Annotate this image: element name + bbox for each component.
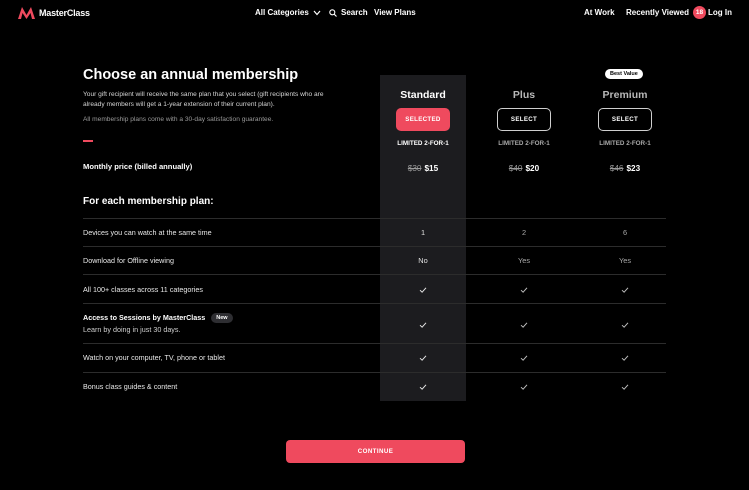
old-price: $30: [407, 164, 422, 173]
select-premium-button[interactable]: SELECT: [598, 108, 652, 131]
check-icon: [481, 354, 567, 364]
devices-plus: 2: [521, 228, 527, 237]
top-nav: MasterClass All Categories Search View P…: [0, 0, 749, 26]
row-divider: [83, 372, 666, 373]
check-icon: [582, 286, 668, 296]
search-label: Search: [341, 8, 368, 17]
continue-button[interactable]: CONTINUE: [286, 440, 465, 463]
search-icon: [329, 8, 337, 17]
price-premium: $46 $23: [582, 164, 668, 173]
select-plus-button[interactable]: SELECT: [497, 108, 551, 131]
all-categories-dropdown[interactable]: All Categories: [255, 8, 321, 17]
guarantee-note: All membership plans come with a 30-day …: [83, 116, 274, 123]
recently-viewed-link[interactable]: Recently Viewed 18: [626, 6, 706, 19]
view-plans-link[interactable]: View Plans: [374, 8, 416, 17]
row-divider: [83, 218, 666, 219]
feature-bonus-label: Bonus class guides & content: [83, 382, 178, 391]
offline-standard: No: [418, 256, 428, 265]
row-divider: [83, 246, 666, 247]
page-title: Choose an annual membership: [83, 67, 299, 83]
promo-premium: LIMITED 2-FOR-1: [599, 140, 651, 147]
promo-plus: LIMITED 2-FOR-1: [498, 140, 550, 147]
offline-plus: Yes: [517, 256, 531, 265]
new-price: $20: [525, 164, 540, 173]
login-link[interactable]: Log In: [708, 8, 732, 17]
plan-name-plus: Plus: [512, 89, 536, 101]
gift-description: Your gift recipient will receive the sam…: [83, 91, 324, 108]
feature-classes-label: All 100+ classes across 11 categories: [83, 285, 203, 294]
check-icon: [582, 383, 668, 393]
feature-watch-label: Watch on your computer, TV, phone or tab…: [83, 353, 225, 362]
search-button[interactable]: Search: [329, 8, 368, 17]
feature-sessions-label: Access to Sessions by MasterClass New: [83, 313, 233, 323]
feature-devices-label: Devices you can watch at the same time: [83, 228, 212, 237]
check-icon: [380, 354, 466, 364]
promo-standard: LIMITED 2-FOR-1: [397, 140, 449, 147]
devices-premium: 6: [622, 228, 628, 237]
sessions-label-text: Access to Sessions by MasterClass: [83, 313, 206, 322]
check-icon: [481, 321, 567, 331]
accent-divider: [83, 140, 93, 142]
best-value-badge: Best Value: [605, 69, 643, 79]
new-price: $23: [626, 164, 641, 173]
offline-premium: Yes: [618, 256, 632, 265]
check-icon: [380, 286, 466, 296]
plan-name-standard: Standard: [400, 89, 446, 101]
each-plan-heading: For each membership plan:: [83, 196, 214, 207]
monthly-price-label: Monthly price (billed annually): [83, 162, 193, 171]
old-price: $40: [508, 164, 523, 173]
new-price: $15: [424, 164, 439, 173]
feature-offline-label: Download for Offline viewing: [83, 256, 174, 265]
old-price: $46: [609, 164, 624, 173]
check-icon: [380, 321, 466, 331]
select-standard-button[interactable]: SELECTED: [396, 108, 450, 131]
check-icon: [582, 354, 668, 364]
feature-sessions-sublabel: Learn by doing in just 30 days.: [83, 325, 181, 334]
check-icon: [582, 321, 668, 331]
check-icon: [380, 383, 466, 393]
price-plus: $40 $20: [481, 164, 567, 173]
devices-standard: 1: [420, 228, 426, 237]
new-badge: New: [211, 313, 233, 323]
check-icon: [481, 383, 567, 393]
masterclass-logo-icon: [18, 7, 35, 19]
all-categories-label: All Categories: [255, 8, 309, 17]
recently-viewed-label: Recently Viewed: [626, 8, 689, 17]
chevron-down-icon: [313, 10, 321, 15]
row-divider: [83, 274, 666, 275]
masterclass-logo[interactable]: MasterClass: [18, 7, 90, 19]
price-standard: $30 $15: [380, 164, 466, 173]
at-work-link[interactable]: At Work: [584, 8, 615, 17]
row-divider: [83, 303, 666, 304]
recently-viewed-count-badge: 18: [693, 6, 706, 19]
row-divider: [83, 343, 666, 344]
brand-name: MasterClass: [39, 8, 90, 18]
plan-name-premium: Premium: [602, 89, 648, 101]
check-icon: [481, 286, 567, 296]
